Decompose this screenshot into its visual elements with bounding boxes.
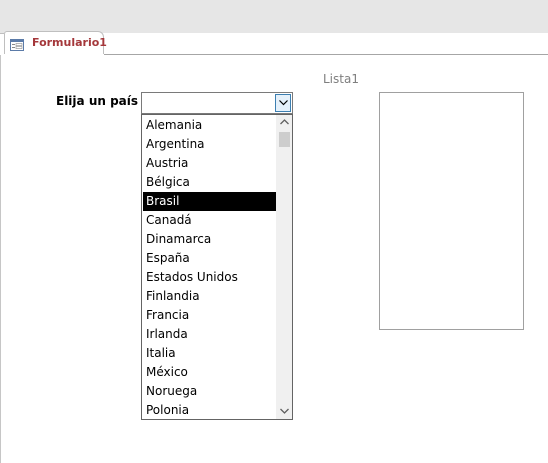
list-item[interactable]: Polonia	[143, 401, 276, 419]
list-item[interactable]: Argentina	[143, 135, 276, 154]
chevron-down-icon	[279, 100, 288, 106]
scroll-down-button[interactable]	[277, 404, 292, 419]
list-item[interactable]: España	[143, 249, 276, 268]
scroll-up-button[interactable]	[277, 115, 292, 130]
form-icon	[10, 36, 24, 51]
country-dropdown-list[interactable]: Alemania Argentina Austria Bélgica Brasi…	[141, 114, 293, 420]
list-item[interactable]: Francia	[143, 306, 276, 325]
dropdown-scrollbar[interactable]	[276, 115, 292, 419]
tab-formulario1[interactable]: Formulario1	[4, 31, 107, 54]
tab-strip-baseline	[104, 54, 548, 55]
list-item[interactable]: Austria	[143, 154, 276, 173]
chevron-down-icon	[280, 408, 289, 414]
scrollbar-thumb[interactable]	[279, 132, 290, 147]
country-combo-label: Elija un país	[56, 94, 139, 108]
list-box-lista1[interactable]	[379, 92, 524, 330]
list-item[interactable]: Bélgica	[143, 173, 276, 192]
chevron-up-icon	[280, 119, 289, 125]
combo-dropdown-button[interactable]	[275, 94, 291, 112]
tab-label: Formulario1	[32, 36, 107, 49]
list-box-label: Lista1	[323, 72, 359, 86]
country-combo-box[interactable]	[141, 92, 293, 114]
form-left-border	[0, 55, 1, 463]
document-tab-strip	[0, 0, 548, 33]
list-item[interactable]: Estados Unidos	[143, 268, 276, 287]
list-item[interactable]: Noruega	[143, 382, 276, 401]
list-item[interactable]: Finlandia	[143, 287, 276, 306]
list-item[interactable]: Alemania	[143, 116, 276, 135]
list-item[interactable]: Irlanda	[143, 325, 276, 344]
list-item[interactable]: Italia	[143, 344, 276, 363]
list-item[interactable]: Dinamarca	[143, 230, 276, 249]
list-item[interactable]: México	[143, 363, 276, 382]
list-item-selected[interactable]: Brasil	[143, 192, 276, 211]
list-item[interactable]: Canadá	[143, 211, 276, 230]
